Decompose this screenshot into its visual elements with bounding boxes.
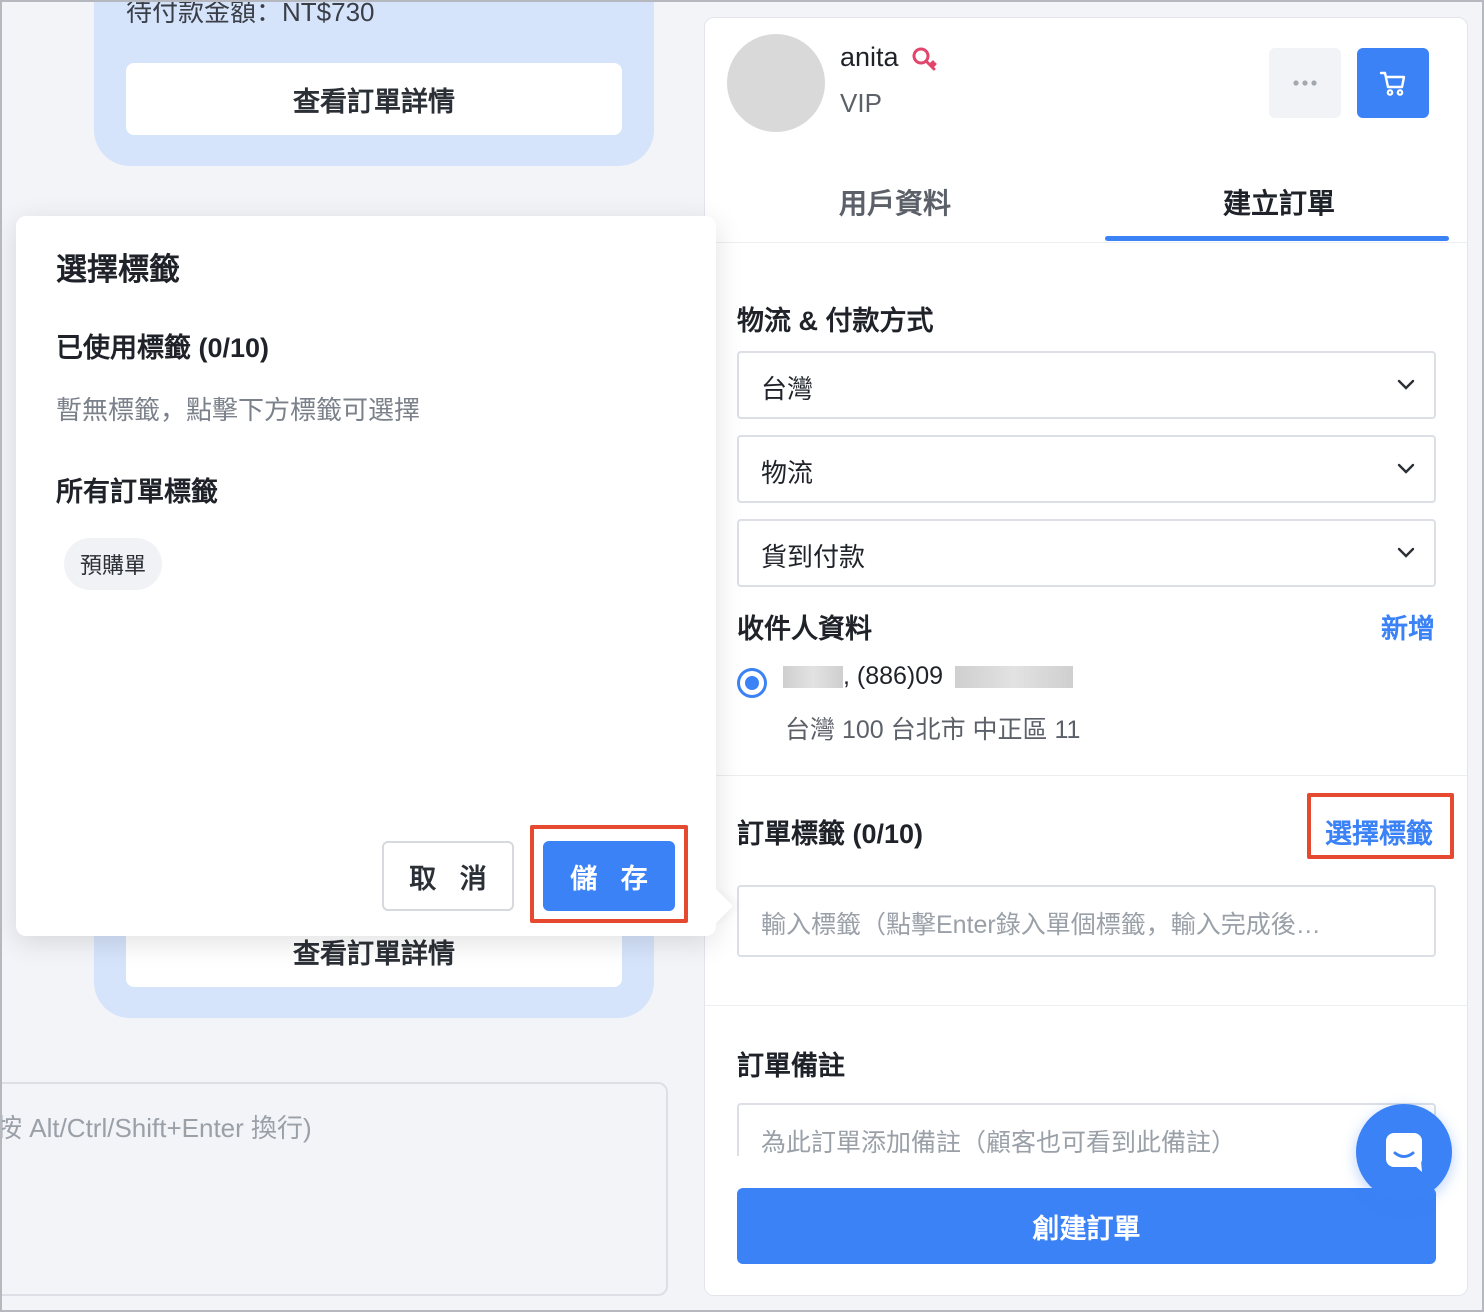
chat-widget-button[interactable]: [1356, 1104, 1452, 1200]
payment-select-value: 貨到付款: [761, 542, 866, 572]
chevron-down-icon: [1397, 463, 1415, 474]
recipient-radio[interactable]: [737, 668, 767, 698]
chevron-down-icon: [1397, 379, 1415, 390]
shipping-payment-title: 物流 & 付款方式: [737, 306, 934, 336]
pending-amount: 待付款金額：NT$730: [126, 0, 375, 27]
avatar: [727, 34, 825, 132]
tag-input-placeholder: 輸入標籤（點擊Enter錄入單個標籤，輸入完成後…: [761, 911, 1321, 939]
tag-input[interactable]: 輸入標籤（點擊Enter錄入單個標籤，輸入完成後…: [737, 885, 1436, 957]
highlight-box: [1307, 793, 1454, 859]
popup-title: 選擇標籤: [56, 252, 180, 287]
view-order-details-button[interactable]: 查看訂單詳情: [126, 63, 622, 135]
user-level: VIP: [840, 88, 882, 118]
payment-select[interactable]: 貨到付款: [737, 519, 1436, 587]
cancel-button[interactable]: 取 消: [382, 841, 514, 911]
cart-button[interactable]: [1357, 48, 1429, 118]
order-tags-title: 訂單標籤 (0/10): [737, 819, 924, 849]
chevron-down-icon: [1397, 547, 1415, 558]
panel-tabs: 用戶資料 建立訂單: [705, 168, 1467, 243]
section-divider: [705, 1005, 1467, 1006]
active-tab-indicator: [1105, 236, 1449, 241]
recipient-title: 收件人資料: [737, 614, 872, 644]
chat-icon: [1386, 1133, 1422, 1172]
key-icon: [912, 47, 937, 71]
empty-tags-hint: 暫無標籤，點擊下方標籤可選擇: [56, 395, 421, 425]
order-note-placeholder: 為此訂單添加備註（顧客也可看到此備註）: [761, 1129, 1237, 1157]
recipient-phone: , (886)09: [843, 662, 944, 690]
highlight-box: [530, 825, 688, 923]
redacted-phone: [955, 666, 1073, 688]
order-card: 待付款金額：NT$730 查看訂單詳情: [94, 0, 654, 166]
order-note-title: 訂單備註: [737, 1051, 845, 1081]
section-divider: [705, 775, 1467, 776]
tab-create-order[interactable]: 建立訂單: [1223, 182, 1335, 222]
chat-input-placeholder: 按 Alt/Ctrl/Shift+Enter 換行): [0, 1113, 312, 1143]
all-tags-label: 所有訂單標籤: [56, 477, 218, 507]
tag-chip[interactable]: 預購單: [64, 538, 163, 590]
more-icon: [1293, 80, 1317, 86]
tag-select-popup: 選擇標籤 已使用標籤 (0/10) 暫無標籤，點擊下方標籤可選擇 所有訂單標籤 …: [16, 216, 733, 936]
logistics-select-value: 物流: [761, 458, 814, 488]
used-tags-label: 已使用標籤 (0/10): [56, 333, 270, 363]
recipient-address: 台灣 100 台北市 中正區 11: [785, 716, 1081, 744]
add-recipient-link[interactable]: 新增: [1381, 607, 1435, 646]
user-name: anita: [840, 42, 899, 72]
logistics-select[interactable]: 物流: [737, 435, 1436, 503]
order-panel: anita VIP 用戶資料 建立訂單 物流 & 付款方式 台灣 物流 貨到付款…: [704, 17, 1468, 1296]
cart-icon: [1379, 71, 1406, 96]
tab-user-info[interactable]: 用戶資料: [839, 182, 951, 222]
country-select-value: 台灣: [761, 374, 814, 404]
chat-message-input[interactable]: 按 Alt/Ctrl/Shift+Enter 換行): [0, 1082, 668, 1296]
create-order-button[interactable]: 創建訂單: [737, 1188, 1436, 1264]
country-select[interactable]: 台灣: [737, 351, 1436, 419]
more-button[interactable]: [1269, 48, 1341, 118]
redacted-name: [783, 666, 843, 688]
